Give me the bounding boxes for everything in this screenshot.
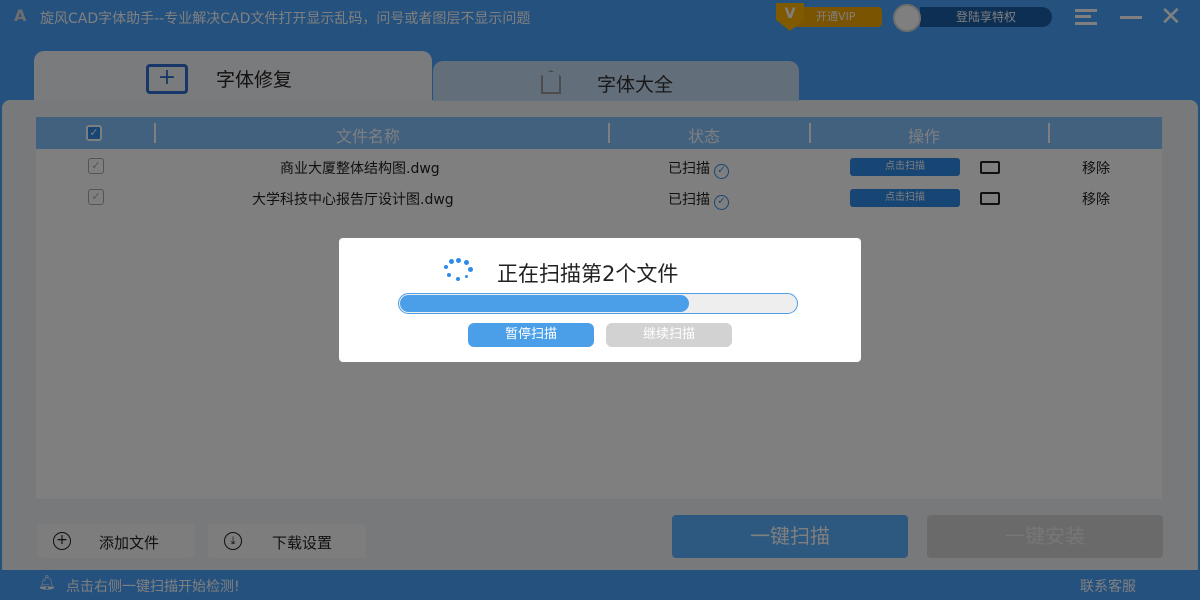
resume-scan-button[interactable]: 继续扫描	[606, 323, 732, 347]
progress-fill	[400, 295, 690, 312]
dialog-title: 正在扫描第2个文件	[497, 262, 679, 286]
pause-scan-button[interactable]: 暂停扫描	[468, 323, 594, 347]
scan-progress-dialog: 正在扫描第2个文件 暂停扫描 继续扫描	[339, 238, 861, 362]
loading-spinner-icon	[444, 258, 474, 282]
scan-progress-bar	[398, 293, 798, 314]
